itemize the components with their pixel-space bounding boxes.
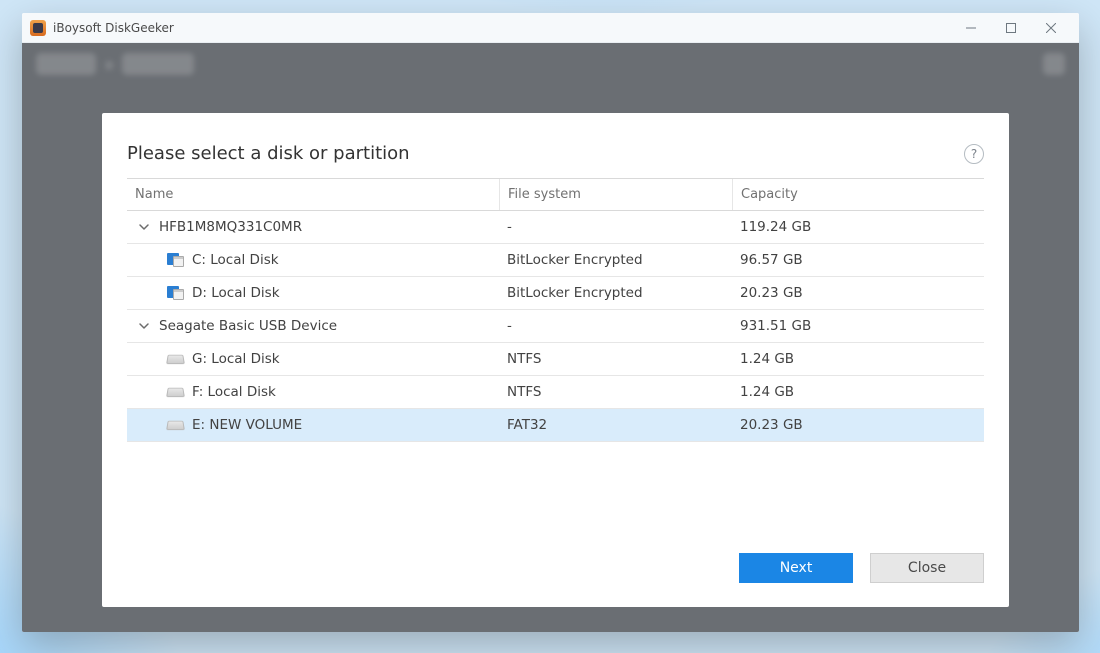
partition-row[interactable]: C: Local Disk BitLocker Encrypted96.57 GB bbox=[127, 244, 984, 277]
filesystem-cell: BitLocker Encrypted bbox=[499, 277, 732, 309]
chevron-down-icon bbox=[137, 319, 151, 333]
filesystem-cell: NTFS bbox=[499, 343, 732, 375]
capacity-cell: 1.24 GB bbox=[732, 343, 984, 375]
partition-row[interactable]: F: Local Disk NTFS1.24 GB bbox=[127, 376, 984, 409]
filesystem-cell: - bbox=[499, 211, 732, 243]
maximize-button[interactable] bbox=[991, 14, 1031, 42]
disk-icon bbox=[166, 355, 185, 364]
disk-name: HFB1M8MQ331C0MR bbox=[159, 219, 302, 235]
capacity-cell: 96.57 GB bbox=[732, 244, 984, 276]
partition-name: F: Local Disk bbox=[192, 384, 276, 400]
select-disk-dialog: Please select a disk or partition ? Name… bbox=[102, 113, 1009, 607]
window-controls bbox=[951, 14, 1071, 42]
capacity-cell: 119.24 GB bbox=[732, 211, 984, 243]
disk-row[interactable]: Seagate Basic USB Device -931.51 GB bbox=[127, 310, 984, 343]
bitlocker-icon bbox=[167, 286, 184, 300]
partition-name: G: Local Disk bbox=[192, 351, 280, 367]
disk-row[interactable]: HFB1M8MQ331C0MR -119.24 GB bbox=[127, 211, 984, 244]
next-button[interactable]: Next bbox=[739, 553, 853, 583]
disk-icon bbox=[166, 421, 185, 430]
filesystem-cell: NTFS bbox=[499, 376, 732, 408]
partition-name: E: NEW VOLUME bbox=[192, 417, 302, 433]
disk-name: Seagate Basic USB Device bbox=[159, 318, 337, 334]
filesystem-cell: FAT32 bbox=[499, 409, 732, 441]
filesystem-cell: - bbox=[499, 310, 732, 342]
capacity-cell: 1.24 GB bbox=[732, 376, 984, 408]
app-title: iBoysoft DiskGeeker bbox=[53, 21, 174, 35]
partition-row[interactable]: D: Local Disk BitLocker Encrypted20.23 GB bbox=[127, 277, 984, 310]
partition-name: C: Local Disk bbox=[192, 252, 279, 268]
app-window: iBoysoft DiskGeeker › bbox=[22, 13, 1079, 632]
help-button[interactable]: ? bbox=[964, 144, 984, 164]
app-icon bbox=[30, 20, 46, 36]
col-header-capacity[interactable]: Capacity bbox=[732, 179, 984, 210]
col-header-name[interactable]: Name bbox=[127, 179, 499, 210]
close-button[interactable]: Close bbox=[870, 553, 984, 583]
table-header: Name File system Capacity bbox=[127, 178, 984, 211]
menu-blur bbox=[1043, 53, 1065, 75]
col-header-fs[interactable]: File system bbox=[499, 179, 732, 210]
bitlocker-icon bbox=[167, 253, 184, 267]
partition-name: D: Local Disk bbox=[192, 285, 280, 301]
partition-row[interactable]: E: NEW VOLUME FAT3220.23 GB bbox=[127, 409, 984, 442]
capacity-cell: 931.51 GB bbox=[732, 310, 984, 342]
chevron-down-icon bbox=[137, 220, 151, 234]
filesystem-cell: BitLocker Encrypted bbox=[499, 244, 732, 276]
minimize-button[interactable] bbox=[951, 14, 991, 42]
modal-backdrop: › Please select a disk or partition ? Na… bbox=[22, 43, 1079, 632]
partition-row[interactable]: G: Local Disk NTFS1.24 GB bbox=[127, 343, 984, 376]
titlebar: iBoysoft DiskGeeker bbox=[22, 13, 1079, 43]
disk-table: Name File system Capacity HFB1M8MQ331C0M… bbox=[127, 178, 984, 442]
breadcrumb-blur: › bbox=[36, 53, 194, 75]
disk-icon bbox=[166, 388, 185, 397]
close-window-button[interactable] bbox=[1031, 14, 1071, 42]
dialog-title: Please select a disk or partition bbox=[127, 143, 410, 164]
capacity-cell: 20.23 GB bbox=[732, 277, 984, 309]
capacity-cell: 20.23 GB bbox=[732, 409, 984, 441]
